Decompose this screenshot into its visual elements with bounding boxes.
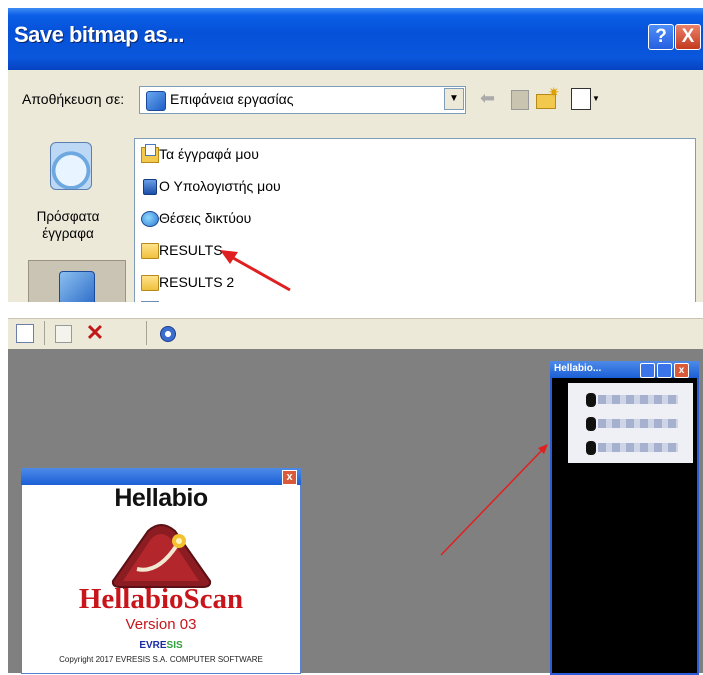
delete-icon[interactable]: ✕ (84, 322, 106, 344)
new-image-icon[interactable] (14, 322, 36, 344)
minimize-icon[interactable] (640, 363, 655, 378)
evresis-logo: EVRESIS (139, 640, 183, 651)
image-window-title: Hellabio... (554, 363, 602, 374)
maximize-icon[interactable] (657, 363, 672, 378)
folder-icon (141, 275, 159, 291)
save-in-value: Επιφάνεια εργασίας (170, 91, 294, 107)
blot-band-row (574, 441, 684, 455)
folder-icon (141, 243, 159, 259)
toolbar-separator (146, 321, 147, 345)
image-window: Hellabio... x (550, 361, 699, 675)
places-item-recent-label[interactable]: Πρόσφατα έγγραφα (18, 208, 118, 242)
views-menu-icon[interactable] (571, 88, 591, 110)
desktop-icon (146, 91, 166, 111)
list-item-label: Τα έγγραφά μου (159, 146, 259, 162)
version-label: Version 03 (125, 616, 197, 633)
file-list[interactable]: Τα έγγραφά μου Ο Υπολογιστής μου Θέσεις … (134, 138, 696, 302)
my-documents-icon (141, 144, 159, 163)
help-button[interactable]: ? (648, 24, 674, 50)
desktop-icon (59, 271, 95, 302)
places-bar: Πρόσφατα έγγραφα (18, 130, 128, 302)
save-bitmap-dialog: Save bitmap as... ? X Αποθήκευση σε: Επι… (8, 8, 703, 302)
edit-icon[interactable] (52, 322, 74, 344)
zoom-icon[interactable] (156, 322, 178, 344)
splash-window: x Hellabio HellabioScan Version 03 EVRES… (21, 468, 301, 674)
brand-name: Hellabio (114, 484, 208, 512)
save-in-dropdown[interactable]: Επιφάνεια εργασίας ▼ (139, 86, 466, 114)
list-item-label: Θέσεις δικτύου (159, 210, 252, 226)
new-folder-icon[interactable]: ✷ (536, 84, 560, 109)
blot-band-row (574, 393, 684, 407)
file-icon (141, 301, 159, 302)
app-toolbar: ✕ (8, 318, 703, 350)
splash-title-bar[interactable]: x (21, 468, 301, 485)
blot-band-row (574, 417, 684, 431)
back-arrow-icon[interactable]: ⬅ (480, 88, 495, 109)
dialog-title-bar[interactable]: Save bitmap as... ? X (8, 8, 703, 70)
recent-documents-icon[interactable] (50, 142, 92, 190)
image-window-title-bar[interactable]: Hellabio... x (550, 361, 699, 378)
my-computer-icon (143, 179, 157, 195)
places-item-desktop[interactable] (28, 260, 126, 302)
close-button[interactable]: X (675, 24, 701, 50)
save-in-label: Αποθήκευση σε: (22, 91, 125, 107)
up-folder-icon[interactable] (511, 90, 529, 110)
list-item-label: RESULTS 2 (159, 274, 235, 290)
toolbar-separator (44, 321, 45, 345)
network-places-icon (141, 211, 159, 227)
hellabio-logo (111, 524, 212, 588)
chevron-down-icon[interactable]: ▼ (444, 88, 464, 110)
views-dropdown-arrow-icon[interactable]: ▼ (592, 94, 600, 103)
close-icon[interactable]: x (282, 470, 297, 485)
dialog-title: Save bitmap as... (14, 22, 185, 47)
close-icon[interactable]: x (674, 363, 689, 378)
list-item-label: Ο Υπολογιστής μου (159, 178, 281, 194)
copyright-text: Copyright 2017 EVRESIS S.A. COMPUTER SOF… (59, 655, 263, 664)
blot-image[interactable] (568, 383, 693, 463)
product-name: HellabioScan (78, 583, 244, 615)
list-item-label: RESULTS (159, 242, 223, 258)
